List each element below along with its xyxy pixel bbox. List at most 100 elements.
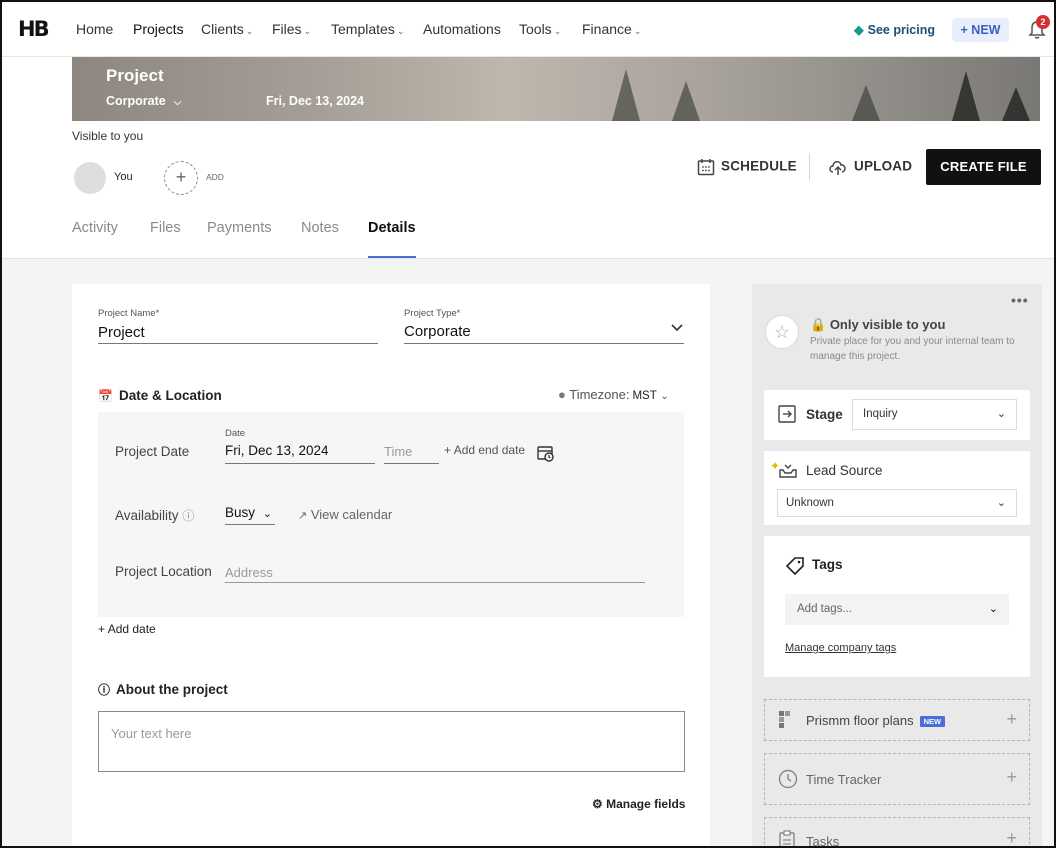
chevron-down-icon: ⌄	[996, 497, 1006, 509]
view-calendar-link[interactable]: ↗ View calendar	[298, 507, 392, 522]
new-button[interactable]: + NEW	[952, 18, 1009, 42]
about-project-title: ⓘ About the project	[98, 681, 228, 698]
info-icon[interactable]: ⓘ	[182, 509, 194, 523]
add-end-date-label: Add end date	[453, 443, 526, 457]
nav-tools[interactable]: Tools ⌄	[519, 21, 561, 37]
time-input[interactable]: Time	[384, 444, 412, 459]
availability-text: Availability	[115, 508, 179, 523]
gear-icon: ⚙	[592, 797, 607, 811]
chevron-down-icon: ⌄	[262, 508, 272, 520]
address-input[interactable]: Address	[225, 565, 273, 580]
banner-tree	[952, 71, 980, 121]
add-plus-icon[interactable]: +	[1006, 767, 1017, 788]
nav-automations[interactable]: Automations	[423, 21, 501, 37]
add-plus-icon[interactable]: +	[1006, 828, 1017, 846]
schedule-button[interactable]: SCHEDULE	[697, 158, 797, 176]
chevron-down-icon: ⌄	[988, 603, 998, 615]
project-date[interactable]: Fri, Dec 13, 2024	[266, 94, 364, 108]
project-name-label: Project Name*	[98, 308, 160, 319]
tab-payments[interactable]: Payments	[207, 220, 271, 236]
create-file-button[interactable]: CREATE FILE	[926, 149, 1041, 185]
time-tracker-widget[interactable]: Time Tracker +	[764, 753, 1030, 805]
date-location-panel: Project Date Date Fri, Dec 13, 2024 Time…	[98, 412, 684, 617]
tab-activity[interactable]: Activity	[72, 220, 118, 236]
lock-icon: 🔒	[810, 317, 830, 332]
add-member-button[interactable]: +	[164, 161, 198, 195]
tasks-widget[interactable]: Tasks +	[764, 817, 1030, 846]
add-end-date-button[interactable]: + Add end date	[444, 443, 525, 457]
nav-tools-label: Tools	[519, 21, 552, 37]
tags-input[interactable]: Add tags... ⌄	[785, 594, 1009, 625]
timezone-selector[interactable]: ● Timezone: MST ⌄	[558, 387, 669, 402]
private-title-label: Only visible to you	[829, 317, 946, 332]
nav-home-label: Home	[76, 21, 114, 37]
visibility-label: Visible to you	[72, 129, 144, 143]
external-link-icon: ↗	[298, 510, 308, 522]
availability-select[interactable]: Busy ⌄	[225, 505, 272, 520]
chevron-down-icon: ⌄	[245, 26, 254, 36]
about-project-textarea[interactable]: Your text here	[98, 711, 685, 772]
about-placeholder: Your text here	[111, 726, 192, 741]
prismm-text: Prismm floor plans	[806, 713, 914, 728]
banner-tree	[1002, 87, 1030, 121]
avatar-name: You	[114, 171, 133, 183]
banner-tree	[852, 85, 880, 121]
nav-finance[interactable]: Finance ⌄	[582, 21, 641, 37]
globe-icon: ●	[558, 387, 566, 402]
project-name-input[interactable]: Project	[98, 324, 145, 341]
project-type-dropdown[interactable]: Corporate ⌵	[106, 94, 181, 108]
logo[interactable]: HB	[18, 17, 50, 41]
view-calendar-label: View calendar	[310, 507, 393, 522]
availability-label: Availability ⓘ	[115, 507, 194, 524]
add-plus-icon[interactable]: +	[1006, 709, 1017, 730]
chevron-down-icon: ⌄	[553, 26, 562, 36]
nav-projects[interactable]: Projects	[133, 21, 184, 37]
nav-automations-label: Automations	[423, 21, 501, 37]
field-underline	[384, 463, 439, 464]
nav-clients-label: Clients	[201, 21, 244, 37]
private-title: 🔒 Only visible to you	[810, 317, 945, 333]
cloud-upload-icon	[829, 161, 846, 175]
star-icon[interactable]: ☆	[765, 315, 799, 349]
date-input[interactable]: Fri, Dec 13, 2024	[225, 443, 329, 458]
upload-button[interactable]: UPLOAD	[828, 158, 912, 176]
plus-icon: +	[444, 443, 454, 457]
project-banner: Project Corporate ⌵ Fri, Dec 13, 2024	[72, 57, 1040, 121]
add-date-button[interactable]: + Add date	[98, 622, 156, 636]
manage-tags-link[interactable]: Manage company tags	[785, 642, 896, 654]
timezone-label: Timezone:	[569, 387, 630, 402]
more-options-icon[interactable]: •••	[1011, 292, 1029, 308]
nav-home[interactable]: Home	[76, 21, 113, 37]
lead-source-select[interactable]: Unknown ⌄	[777, 489, 1017, 517]
banner-tree	[612, 69, 640, 121]
top-nav: HB Home Projects Clients ⌄ Files ⌄ Templat…	[2, 2, 1054, 57]
date-location-title: 📅 Date & Location	[98, 388, 222, 403]
stage-select[interactable]: Inquiry ⌄	[852, 399, 1017, 430]
chevron-down-icon[interactable]	[671, 324, 683, 332]
prismm-label: Prismm floor plans NEW	[806, 713, 946, 728]
add-member-label: ADD	[206, 172, 224, 182]
nav-templates[interactable]: Templates ⌄	[331, 21, 404, 37]
prismm-floor-plans-widget[interactable]: Prismm floor plans NEW +	[764, 699, 1030, 741]
manage-fields-button[interactable]: ⚙ Manage fields	[592, 797, 685, 811]
calendar-icon	[697, 159, 715, 176]
private-sidebar: ••• ☆ 🔒 Only visible to you Private plac…	[752, 284, 1042, 846]
tab-notes[interactable]: Notes	[301, 220, 339, 236]
tab-details[interactable]: Details	[368, 220, 416, 236]
plus-icon: +	[175, 167, 187, 187]
project-type-label: Project Type*	[404, 308, 461, 319]
calendar-sync-icon[interactable]	[537, 444, 555, 462]
avatar[interactable]	[74, 162, 106, 194]
nav-files[interactable]: Files ⌄	[272, 21, 311, 37]
project-type-select[interactable]: Corporate	[404, 323, 471, 340]
stage-label: Stage	[806, 407, 843, 422]
nav-files-label: Files	[272, 21, 302, 37]
private-description: Private place for you and your internal …	[810, 336, 1015, 362]
nav-clients[interactable]: Clients ⌄	[201, 21, 253, 37]
see-pricing-link[interactable]: ◆ See pricing	[854, 22, 935, 37]
field-underline	[225, 463, 375, 464]
diamond-icon: ◆	[854, 23, 864, 37]
tab-files[interactable]: Files	[150, 220, 181, 236]
stage-value: Inquiry	[863, 408, 898, 420]
new-badge: NEW	[919, 716, 946, 728]
